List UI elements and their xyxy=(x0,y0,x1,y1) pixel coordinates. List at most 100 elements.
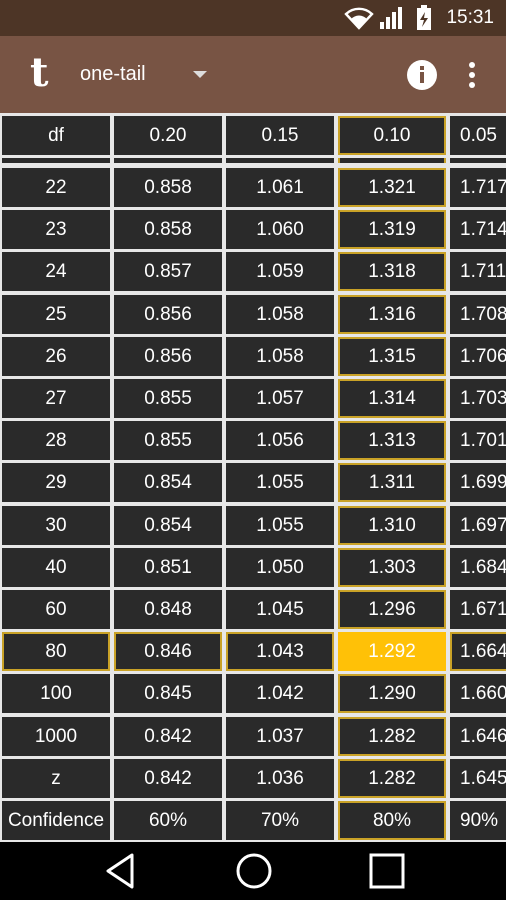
app-logo: t xyxy=(30,49,49,96)
header-alpha[interactable]: 0.05 xyxy=(450,116,506,155)
df-cell[interactable]: 23 xyxy=(2,210,110,249)
more-vert-icon[interactable] xyxy=(460,58,484,92)
confidence-cell[interactable]: 60% xyxy=(114,801,222,840)
critical-value-cell[interactable]: 1.311 xyxy=(338,463,446,502)
critical-value-cell[interactable]: 1.045 xyxy=(226,590,334,629)
df-cell[interactable]: 1000 xyxy=(2,717,110,756)
critical-value-cell[interactable]: 0.848 xyxy=(114,590,222,629)
critical-value-cell[interactable]: 0.856 xyxy=(114,337,222,376)
critical-value-cell[interactable]: 1.708 xyxy=(450,295,506,334)
critical-value-cell[interactable]: 0.846 xyxy=(114,632,222,671)
critical-value-cell[interactable]: 1.042 xyxy=(226,674,334,713)
critical-value-cell[interactable]: 1.057 xyxy=(226,379,334,418)
critical-value-cell[interactable]: 0.842 xyxy=(114,759,222,798)
df-cell[interactable]: 22 xyxy=(2,168,110,207)
critical-value-cell[interactable]: 1.303 xyxy=(338,548,446,587)
critical-value-cell[interactable]: 1.671 xyxy=(450,590,506,629)
critical-value-cell[interactable]: 1.645 xyxy=(450,759,506,798)
critical-value-cell[interactable]: 1.701 xyxy=(450,421,506,460)
confidence-cell[interactable]: 70% xyxy=(226,801,334,840)
critical-value-cell[interactable]: 1.711 xyxy=(450,252,506,291)
df-cell[interactable]: 25 xyxy=(2,295,110,334)
critical-value-cell[interactable]: 1.060 xyxy=(226,210,334,249)
df-cell[interactable]: 27 xyxy=(2,379,110,418)
header-alpha[interactable]: 0.15 xyxy=(226,116,334,155)
critical-value-cell[interactable]: 1.697 xyxy=(450,506,506,545)
df-cell[interactable]: 100 xyxy=(2,674,110,713)
critical-value-cell[interactable]: 1.050 xyxy=(226,548,334,587)
scrolled-row-edge xyxy=(226,158,334,163)
critical-value-cell[interactable]: 1.296 xyxy=(338,590,446,629)
critical-value-cell[interactable]: 1.717 xyxy=(450,168,506,207)
info-icon[interactable] xyxy=(405,58,439,92)
df-cell[interactable]: 30 xyxy=(2,506,110,545)
confidence-cell[interactable]: 90% xyxy=(450,801,506,840)
critical-value-cell[interactable]: 1.315 xyxy=(338,337,446,376)
recents-icon[interactable] xyxy=(368,852,406,890)
critical-value-cell[interactable]: 0.855 xyxy=(114,421,222,460)
critical-value-cell[interactable]: 0.845 xyxy=(114,674,222,713)
scrolled-row-edge xyxy=(2,158,110,163)
critical-value-cell[interactable]: 1.282 xyxy=(338,717,446,756)
critical-value-cell[interactable]: 1.282 xyxy=(338,759,446,798)
critical-value-cell[interactable]: 1.055 xyxy=(226,506,334,545)
critical-value-cell[interactable]: 1.037 xyxy=(226,717,334,756)
app-bar: t one-tail xyxy=(0,36,506,113)
header-alpha[interactable]: 0.10 xyxy=(338,116,446,155)
critical-value-cell[interactable]: 1.316 xyxy=(338,295,446,334)
navigation-bar xyxy=(0,842,506,900)
critical-value-cell[interactable]: 1.061 xyxy=(226,168,334,207)
home-icon[interactable] xyxy=(234,851,274,891)
critical-value-cell[interactable]: 1.321 xyxy=(338,168,446,207)
critical-value-cell[interactable]: 1.036 xyxy=(226,759,334,798)
header-alpha[interactable]: 0.20 xyxy=(114,116,222,155)
critical-value-cell[interactable]: 0.857 xyxy=(114,252,222,291)
critical-value-cell[interactable]: 1.319 xyxy=(338,210,446,249)
df-cell[interactable]: 80 xyxy=(2,632,110,671)
critical-value-cell[interactable]: 1.058 xyxy=(226,295,334,334)
df-cell[interactable]: 29 xyxy=(2,463,110,502)
critical-value-cell[interactable]: 1.314 xyxy=(338,379,446,418)
scrolled-row-edge xyxy=(338,158,446,163)
critical-value-cell[interactable]: 1.292 xyxy=(338,632,446,671)
critical-value-cell[interactable]: 1.699 xyxy=(450,463,506,502)
critical-value-cell[interactable]: 1.703 xyxy=(450,379,506,418)
df-cell[interactable]: 40 xyxy=(2,548,110,587)
critical-value-cell[interactable]: 0.854 xyxy=(114,463,222,502)
critical-value-cell[interactable]: 0.854 xyxy=(114,506,222,545)
critical-value-cell[interactable]: 1.058 xyxy=(226,337,334,376)
back-icon[interactable] xyxy=(102,851,138,891)
critical-value-cell[interactable]: 1.664 xyxy=(450,632,506,671)
df-cell[interactable]: 24 xyxy=(2,252,110,291)
confidence-label[interactable]: Confidence xyxy=(2,801,110,840)
critical-value-cell[interactable]: 1.290 xyxy=(338,674,446,713)
critical-value-cell[interactable]: 1.318 xyxy=(338,252,446,291)
status-bar: 15:31 xyxy=(0,0,506,36)
critical-value-cell[interactable]: 0.855 xyxy=(114,379,222,418)
critical-value-cell[interactable]: 1.059 xyxy=(226,252,334,291)
scrolled-row-edge xyxy=(114,158,222,163)
critical-value-cell[interactable]: 1.684 xyxy=(450,548,506,587)
critical-value-cell[interactable]: 1.714 xyxy=(450,210,506,249)
critical-value-cell[interactable]: 1.056 xyxy=(226,421,334,460)
critical-value-cell[interactable]: 1.043 xyxy=(226,632,334,671)
critical-value-cell[interactable]: 1.706 xyxy=(450,337,506,376)
critical-value-cell[interactable]: 1.313 xyxy=(338,421,446,460)
df-cell[interactable]: 60 xyxy=(2,590,110,629)
df-cell[interactable]: 26 xyxy=(2,337,110,376)
confidence-cell[interactable]: 80% xyxy=(338,801,446,840)
df-cell[interactable]: z xyxy=(2,759,110,798)
tail-mode-dropdown[interactable]: one-tail xyxy=(72,56,222,94)
battery-charging-icon xyxy=(417,5,431,30)
critical-value-cell[interactable]: 0.842 xyxy=(114,717,222,756)
critical-value-cell[interactable]: 1.055 xyxy=(226,463,334,502)
critical-value-cell[interactable]: 1.310 xyxy=(338,506,446,545)
critical-value-cell[interactable]: 0.858 xyxy=(114,168,222,207)
critical-value-cell[interactable]: 0.856 xyxy=(114,295,222,334)
critical-value-cell[interactable]: 0.851 xyxy=(114,548,222,587)
critical-value-cell[interactable]: 1.646 xyxy=(450,717,506,756)
df-cell[interactable]: 28 xyxy=(2,421,110,460)
header-df[interactable]: df xyxy=(2,116,110,155)
critical-value-cell[interactable]: 1.660 xyxy=(450,674,506,713)
critical-value-cell[interactable]: 0.858 xyxy=(114,210,222,249)
